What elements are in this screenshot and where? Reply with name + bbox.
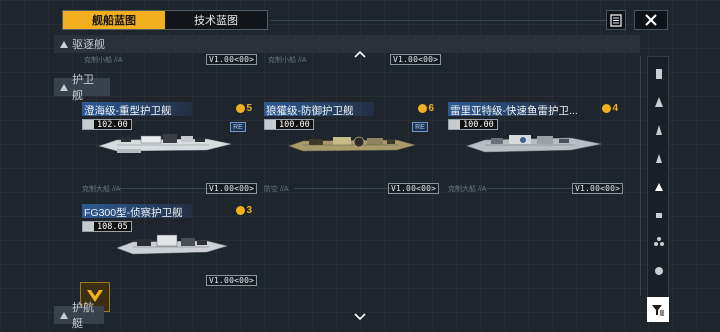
card-divider [294,188,396,189]
section-destroyer[interactable]: 驱逐舰 [54,35,111,53]
ship-class-rail [647,56,669,322]
stat-icon [265,120,276,129]
close-icon [644,13,658,27]
top-card-version: V1.00<00> [206,54,258,65]
class-cruiser-icon[interactable] [654,125,664,135]
card-tag: 防空 //A [264,186,289,193]
collapse-icon [60,311,68,319]
ship-rank: 5 [236,103,252,114]
card-tag: 克制大船 //A [82,186,121,193]
ship-rank: 6 [418,103,434,114]
card-divider [112,188,214,189]
ship-wolverine-image [288,136,417,152]
rank-icon [236,206,246,215]
top-card-version: V1.00<00> [390,54,442,65]
class-frigate-icon[interactable] [654,181,664,191]
tab-ship-blueprint[interactable]: 舰船蓝图 [63,11,165,29]
collapse-icon [60,40,68,48]
tab-tech-blueprint[interactable]: 技术蓝图 [165,11,267,29]
top-card-tag: 克制小船 //A [84,57,123,64]
class-aux-icon[interactable] [654,265,664,275]
section-escort[interactable]: 护航艇 [54,302,104,330]
scroll-up-icon[interactable] [354,50,366,61]
list-button[interactable] [606,10,626,30]
class-carrier-icon[interactable] [654,69,664,79]
close-button[interactable] [634,10,668,30]
stat-icon [449,120,460,129]
rank-value: 3 [246,205,252,216]
scroll-down-icon[interactable] [354,313,366,324]
rank-icon [236,104,246,113]
ship-card-wolverine[interactable]: 狼獾级-防御护卫舰 6 100.00 RE 防空 //A V1.00<00> [264,102,440,194]
ship-name: 澄海级-重型护卫舰 [84,105,172,117]
scroll-track [640,56,641,296]
ship-name: FG300型-侦察护卫舰 [84,207,183,219]
list-icon [610,13,622,27]
class-destroyer-icon[interactable] [654,153,664,163]
section-frigate-label: 护卫舰 [72,74,94,102]
card-version: V1.00<00> [388,183,440,194]
rank-icon [602,104,612,113]
rank-value: 6 [428,103,434,114]
class-battlecruiser-icon[interactable] [654,97,664,107]
class-escort-icon[interactable] [654,209,664,219]
filter-icon [652,304,664,315]
card-version: V1.00<00> [572,183,624,194]
collapse-icon [60,83,68,91]
ship-name: 狼獾级-防御护卫舰 [266,105,354,117]
card-version: V1.00<00> [206,183,258,194]
class-squadron-icon[interactable] [654,237,664,247]
rank-value: 5 [246,103,252,114]
filter-button[interactable] [647,297,669,322]
ship-name: 雷里亚特级-快速鱼雷护卫... [450,105,578,117]
top-card-tag: 克制小船 //A [268,57,307,64]
stat-icon [83,222,94,231]
card-divider [478,188,580,189]
section-escort-label: 护航艇 [72,302,94,330]
rank-icon [418,104,428,113]
card-version: V1.00<00> [206,275,258,286]
ship-chenghai-image [97,134,232,153]
ship-rank: 4 [602,103,618,114]
ship-rank: 3 [236,205,252,216]
ship-card-leria[interactable]: 雷里亚特级-快速鱼雷护卫... 4 100.00 克制大船 //A V1.00<… [448,102,624,194]
ship-leria-image [466,135,602,153]
card-tag: 克制大船 //A [448,186,487,193]
destroyer-section-bar [54,35,640,53]
header-divider [270,20,608,21]
ship-card-chenghai[interactable]: 澄海级-重型护卫舰 5 102.00 RE 克制大船 //A V1.00<00> [82,102,258,194]
stat-icon [83,120,94,129]
rank-value: 4 [612,103,618,114]
ship-fg300-image [116,234,229,255]
blueprint-tabs: 舰船蓝图 技术蓝图 [62,10,268,30]
section-destroyer-label: 驱逐舰 [72,39,105,51]
section-frigate[interactable]: 护卫舰 [54,74,110,102]
